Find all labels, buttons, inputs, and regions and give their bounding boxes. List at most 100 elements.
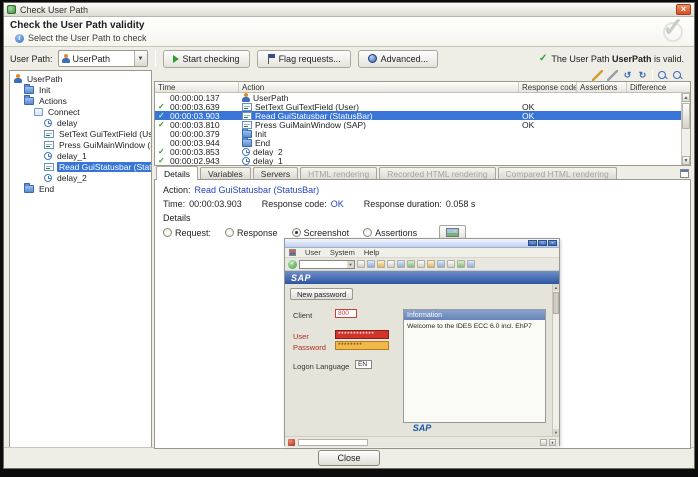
play-icon: [173, 55, 179, 63]
table-row[interactable]: ✓00:00:03.810 Press GuiMainWindow (SAP) …: [155, 120, 690, 129]
settext-icon: [242, 103, 252, 111]
maximize-panel-icon[interactable]: [680, 169, 689, 178]
sap-menu-bar: User System Help: [285, 248, 559, 258]
tab-servers[interactable]: Servers: [253, 167, 298, 179]
user-path-icon: [62, 54, 70, 63]
valid-user-path-name: UserPath: [612, 54, 652, 64]
tree-item-init[interactable]: Init: [10, 84, 151, 95]
folder-icon: [24, 185, 34, 193]
scroll-up-icon: ▲: [553, 284, 559, 291]
sap-toolbar-icon: [387, 260, 395, 268]
radio-response[interactable]: Response: [225, 228, 278, 238]
page-subtitle: Select the User Path to check: [28, 33, 147, 43]
delay-icon: [44, 119, 52, 127]
table-row[interactable]: 00:00:00.379 Init: [155, 129, 690, 138]
sap-toolbar-icon: [437, 260, 445, 268]
radio-screenshot[interactable]: Screenshot: [292, 228, 350, 238]
undo-icon[interactable]: ↺: [622, 70, 633, 81]
tree-item-settext[interactable]: SetText GuiTextField (User): [10, 128, 151, 139]
response-code-value: OK: [331, 199, 344, 209]
page-subtitle-row: i Select the User Path to check: [15, 33, 147, 43]
folder-icon: [242, 130, 252, 138]
scroll-down-icon[interactable]: ▼: [682, 156, 690, 165]
sap-scrollbar: ▲ ▼: [552, 284, 559, 436]
screen: Check User Path × Check the User Path va…: [0, 0, 698, 477]
window-title: Check User Path: [20, 5, 88, 15]
magic-wand-icon[interactable]: [592, 70, 603, 81]
sap-toolbar: ✓ ▼: [285, 258, 559, 271]
chevron-down-icon: ▼: [347, 261, 354, 268]
big-check-graphic: ✓: [654, 18, 684, 46]
radio-request[interactable]: Request:: [163, 228, 211, 238]
zoom-in-icon[interactable]: [657, 70, 668, 81]
folder-icon: [24, 97, 34, 105]
time-value: 00:00:03.903: [189, 199, 242, 209]
brush-icon[interactable]: [607, 70, 618, 81]
column-action[interactable]: Action: [239, 82, 519, 92]
tree-item-actions[interactable]: Actions: [10, 95, 151, 106]
sap-toolbar-icon: [377, 260, 385, 268]
tree-item-press[interactable]: Press GuiMainWindow (SAP): [10, 139, 151, 150]
scroll-up-icon[interactable]: ▲: [682, 93, 690, 102]
tab-variables[interactable]: Variables: [200, 167, 251, 179]
tree-item-connect[interactable]: Connect: [10, 106, 151, 117]
validity-status: ✓ The User Path UserPath is valid.: [539, 53, 688, 64]
tab-details[interactable]: Details: [156, 166, 198, 180]
column-difference[interactable]: Difference: [627, 82, 690, 92]
press-icon: [44, 141, 54, 149]
user-path-tree: UserPath Init Actions Connect delay SetT…: [9, 70, 152, 449]
userpath-icon: [14, 74, 22, 83]
delay-icon: [44, 152, 52, 160]
advanced-button[interactable]: Advanced...: [358, 50, 439, 68]
chevron-down-icon[interactable]: ▼: [134, 51, 147, 66]
table-row[interactable]: ✓00:00:03.639 SetText GuiTextField (User…: [155, 102, 690, 111]
dialog-footer: Close: [4, 447, 694, 468]
user-path-select[interactable]: UserPath ▼: [58, 50, 148, 67]
sap-status-bar: ▼: [285, 437, 559, 447]
tree-item-delay-2[interactable]: delay_2: [10, 172, 151, 183]
flag-requests-button[interactable]: Flag requests...: [257, 50, 351, 68]
radio-assertions[interactable]: Assertions: [363, 228, 417, 238]
container-icon: [34, 108, 43, 116]
sap-toolbar-icon: [397, 260, 405, 268]
delay-icon: [44, 174, 52, 182]
logon-language-label: Logon Language: [293, 362, 349, 371]
valid-check-icon: ✓: [539, 53, 547, 64]
response-duration-label: Response duration:: [364, 199, 442, 209]
column-assertions[interactable]: Assertions: [577, 82, 627, 92]
table-row[interactable]: ✓00:00:03.853 delay_2: [155, 147, 690, 156]
tree-item-read-guistatusbar[interactable]: Read GuiStatusbar (StatusBar): [10, 161, 151, 172]
details-section-label: Details: [163, 213, 191, 223]
command-bar: User Path: UserPath ▼ Start checking Fla…: [4, 47, 694, 70]
folder-icon: [242, 139, 252, 147]
status-message-field: [298, 439, 368, 446]
table-scrollbar[interactable]: ▲ ▼: [681, 93, 690, 165]
table-row-selected[interactable]: ✓00:00:03.903 Read GuiStatusbar (StatusB…: [155, 111, 690, 120]
column-time[interactable]: Time: [155, 82, 239, 92]
read-icon: [44, 163, 54, 171]
scroll-thumb[interactable]: [682, 103, 690, 129]
details-tabs: Details Variables Servers HTML rendering…: [154, 166, 691, 180]
tree-item-delay[interactable]: delay: [10, 117, 151, 128]
tree-item-userpath[interactable]: UserPath: [10, 73, 151, 84]
sap-menu-help: Help: [364, 248, 379, 257]
start-checking-button[interactable]: Start checking: [163, 50, 250, 68]
maximize-icon: □: [538, 240, 547, 246]
table-row[interactable]: 00:00:00.137 UserPath: [155, 93, 690, 102]
close-button[interactable]: Close: [318, 450, 380, 466]
sap-title-bar: – □ ×: [285, 239, 559, 248]
scroll-thumb: [553, 292, 559, 314]
tree-item-delay-1[interactable]: delay_1: [10, 150, 151, 161]
tree-item-end[interactable]: End: [10, 183, 151, 194]
tab-compared-html-rendering: Compared HTML rendering: [498, 167, 617, 179]
response-duration-value: 0.058 s: [446, 199, 476, 209]
tab-html-rendering: HTML rendering: [300, 167, 377, 179]
status-indicator-icon: [288, 439, 295, 446]
table-row[interactable]: 00:00:03.944 End: [155, 138, 690, 147]
sap-screenshot: – □ × User System Help ✓ ▼: [284, 238, 560, 446]
zoom-out-icon[interactable]: [672, 70, 683, 81]
redo-icon[interactable]: ↻: [637, 70, 648, 81]
table-row[interactable]: ✓00:00:02.943 delay_1: [155, 156, 690, 165]
sap-toolbar-icon: [427, 260, 435, 268]
column-response-code[interactable]: Response code: [519, 82, 577, 92]
